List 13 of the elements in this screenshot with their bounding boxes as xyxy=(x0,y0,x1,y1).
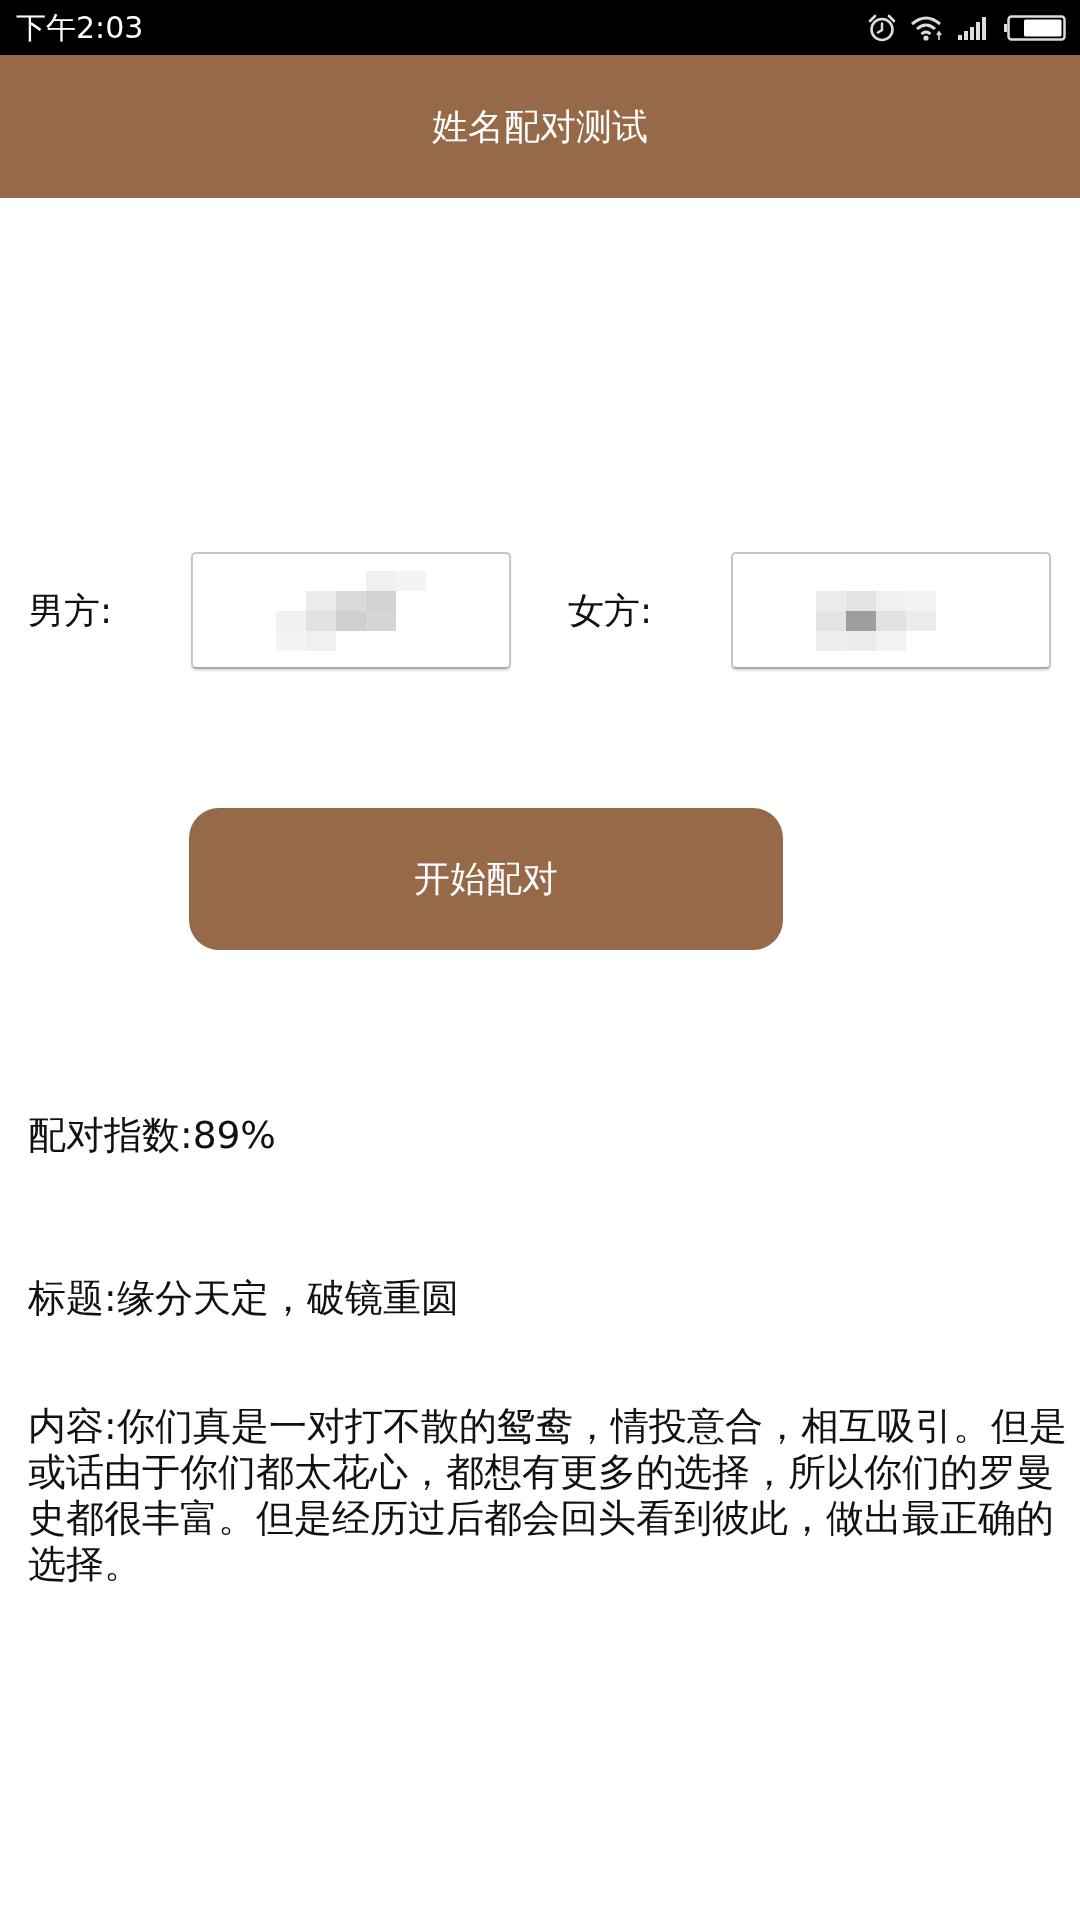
start-match-button[interactable]: 开始配对 xyxy=(189,808,783,950)
page-title: 姓名配对测试 xyxy=(432,104,648,149)
name-input-field[interactable] xyxy=(191,552,511,669)
result-content-text: 内容:你们真是一对打不散的鸳鸯，情投意合，相互吸引。但是或话由于你们都太花心，都想有更多的选择，所以你们的罗曼史都很丰富。但是经历过后都会回头看到彼此，做出最正确的选择。 xyxy=(28,1403,1068,1587)
match-score-text: 配对指数:89% xyxy=(28,1112,277,1158)
alarm-clock-icon xyxy=(868,13,896,42)
status-time: 下午2:03 xyxy=(16,12,144,43)
battery-icon xyxy=(1004,14,1066,41)
field-label: 女方: xyxy=(568,588,654,633)
result-title-text: 标题:缘分天定，破镜重圆 xyxy=(28,1275,460,1321)
wifi-icon xyxy=(910,14,944,41)
field-label: 男方: xyxy=(28,588,114,633)
name-input-field[interactable] xyxy=(731,552,1051,669)
